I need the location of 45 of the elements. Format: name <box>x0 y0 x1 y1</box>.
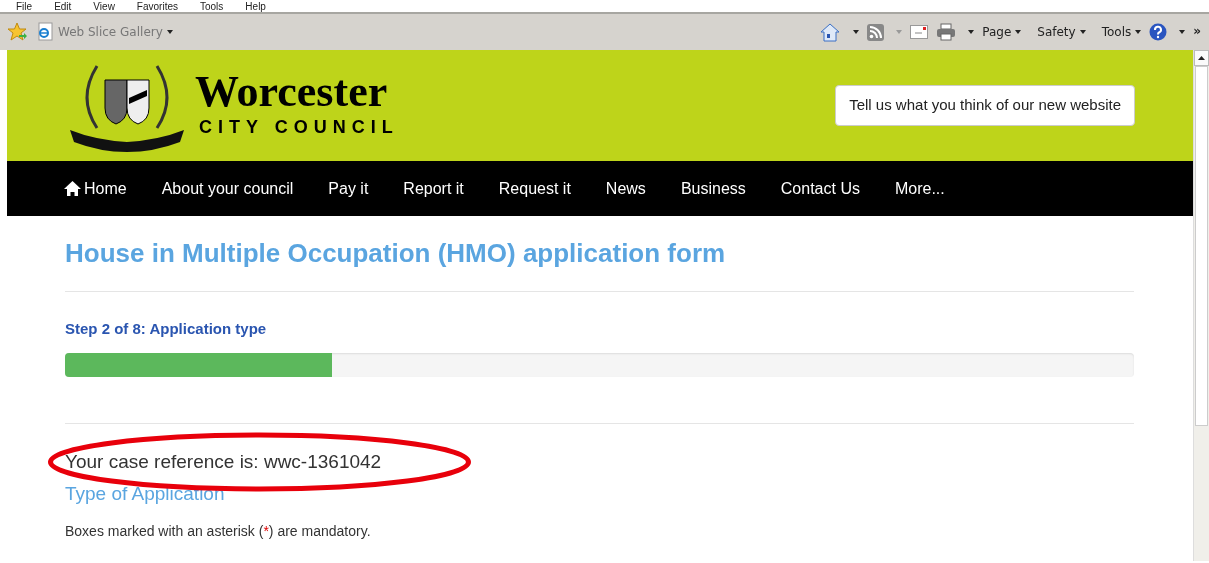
rss-feed-icon[interactable] <box>867 23 885 41</box>
nav-link-item[interactable]: Report it <box>403 176 481 201</box>
favorites-star-icon[interactable] <box>8 22 28 42</box>
home-icon <box>64 181 81 196</box>
page-title: House in Multiple Occupation (HMO) application form <box>65 238 1134 293</box>
nav-link-item[interactable]: Business <box>680 176 763 201</box>
toolbar-menu[interactable]: Page <box>982 23 1012 41</box>
nav-link-item[interactable]: News <box>605 176 663 201</box>
nav-link-item[interactable]: Contact Us <box>780 176 877 201</box>
help-icon[interactable] <box>1149 23 1168 41</box>
nav-link-item[interactable]: Request it <box>498 176 588 201</box>
mandatory-note: Boxes marked with an asterisk (*) are mandatory. <box>65 521 372 541</box>
mail-icon[interactable] <box>910 25 929 39</box>
nav-link-item[interactable]: Pay it <box>328 176 386 201</box>
menu-item[interactable]: File <box>16 0 33 12</box>
council-name[interactable]: Worcester <box>195 70 399 114</box>
menu-item[interactable]: Favorites <box>136 0 178 12</box>
printer-icon[interactable] <box>936 23 957 41</box>
case-reference-text: Your case reference is: wwc-1361042 <box>65 450 382 472</box>
web-page-icon <box>36 22 54 42</box>
scroll-up-button[interactable] <box>1194 50 1209 66</box>
menu-item[interactable]: View <box>93 0 115 12</box>
menu-item[interactable]: Tools <box>200 0 224 12</box>
more-tools-chevron[interactable]: » <box>1193 22 1201 40</box>
menu-item[interactable]: Help <box>245 0 266 12</box>
feedback-button[interactable]: Tell us what you think of our new website <box>835 85 1135 126</box>
nav-link-item[interactable]: About your council <box>161 176 311 201</box>
dropdown-caret-icon[interactable] <box>968 30 975 34</box>
scroll-thumb[interactable] <box>1195 66 1208 426</box>
nav-link-item[interactable]: More... <box>894 176 962 201</box>
dropdown-caret-icon[interactable] <box>1135 30 1142 34</box>
dropdown-caret-icon[interactable] <box>166 30 173 34</box>
section-heading: Type of Application <box>65 482 226 507</box>
toolbar-menu[interactable]: Safety <box>1037 23 1076 41</box>
dropdown-caret-icon[interactable] <box>853 30 860 34</box>
council-subtitle: CITY COUNCIL <box>199 116 399 139</box>
home-icon[interactable] <box>819 22 842 42</box>
scroll-up-icon <box>1198 56 1205 60</box>
menu-item[interactable]: Edit <box>54 0 72 12</box>
dropdown-caret-icon[interactable] <box>1015 30 1022 34</box>
toolbar-menu[interactable]: Tools <box>1101 23 1132 41</box>
step-label: Step 2 of 8: Application type <box>65 319 268 340</box>
nav-link-item[interactable]: Home <box>64 176 144 201</box>
dropdown-caret-icon[interactable] <box>1179 30 1186 34</box>
dropdown-caret-icon[interactable] <box>1079 30 1086 34</box>
